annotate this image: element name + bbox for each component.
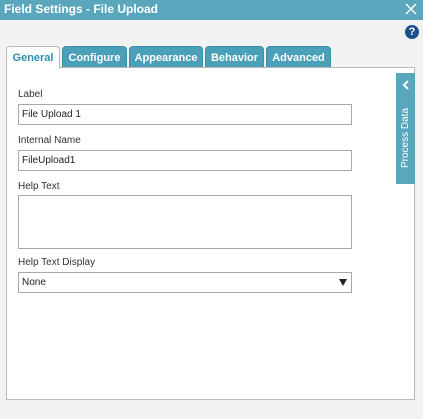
dropdown-arrow-icon <box>339 279 347 286</box>
tab-appearance[interactable]: Appearance <box>129 46 203 68</box>
tab-configure[interactable]: Configure <box>62 46 127 68</box>
help-text-display-value: None <box>22 277 46 288</box>
title-bar: Field Settings - File Upload <box>0 0 423 20</box>
dialog-title: Field Settings - File Upload <box>4 2 159 16</box>
help-text-display-label: Help Text Display <box>18 257 96 268</box>
help-text-display-select[interactable]: None <box>18 272 352 293</box>
tab-advanced[interactable]: Advanced <box>266 46 331 68</box>
help-text-label: Help Text <box>18 181 60 192</box>
general-panel: Label File Upload 1 Internal Name FileUp… <box>6 67 415 400</box>
internal-name-input[interactable]: FileUpload1 <box>18 150 352 171</box>
internal-name-label: Internal Name <box>18 135 81 146</box>
close-icon[interactable] <box>404 2 418 16</box>
process-data-tab[interactable]: Process Data <box>396 73 415 184</box>
tab-behavior[interactable]: Behavior <box>205 46 264 68</box>
help-icon[interactable]: ? <box>405 25 419 39</box>
label-field-label: Label <box>18 89 43 100</box>
tab-general[interactable]: General <box>6 46 60 69</box>
process-data-label: Process Data <box>400 107 411 169</box>
label-input[interactable]: File Upload 1 <box>18 104 352 125</box>
help-text-textarea[interactable] <box>18 195 352 249</box>
chevron-left-icon <box>402 80 409 90</box>
